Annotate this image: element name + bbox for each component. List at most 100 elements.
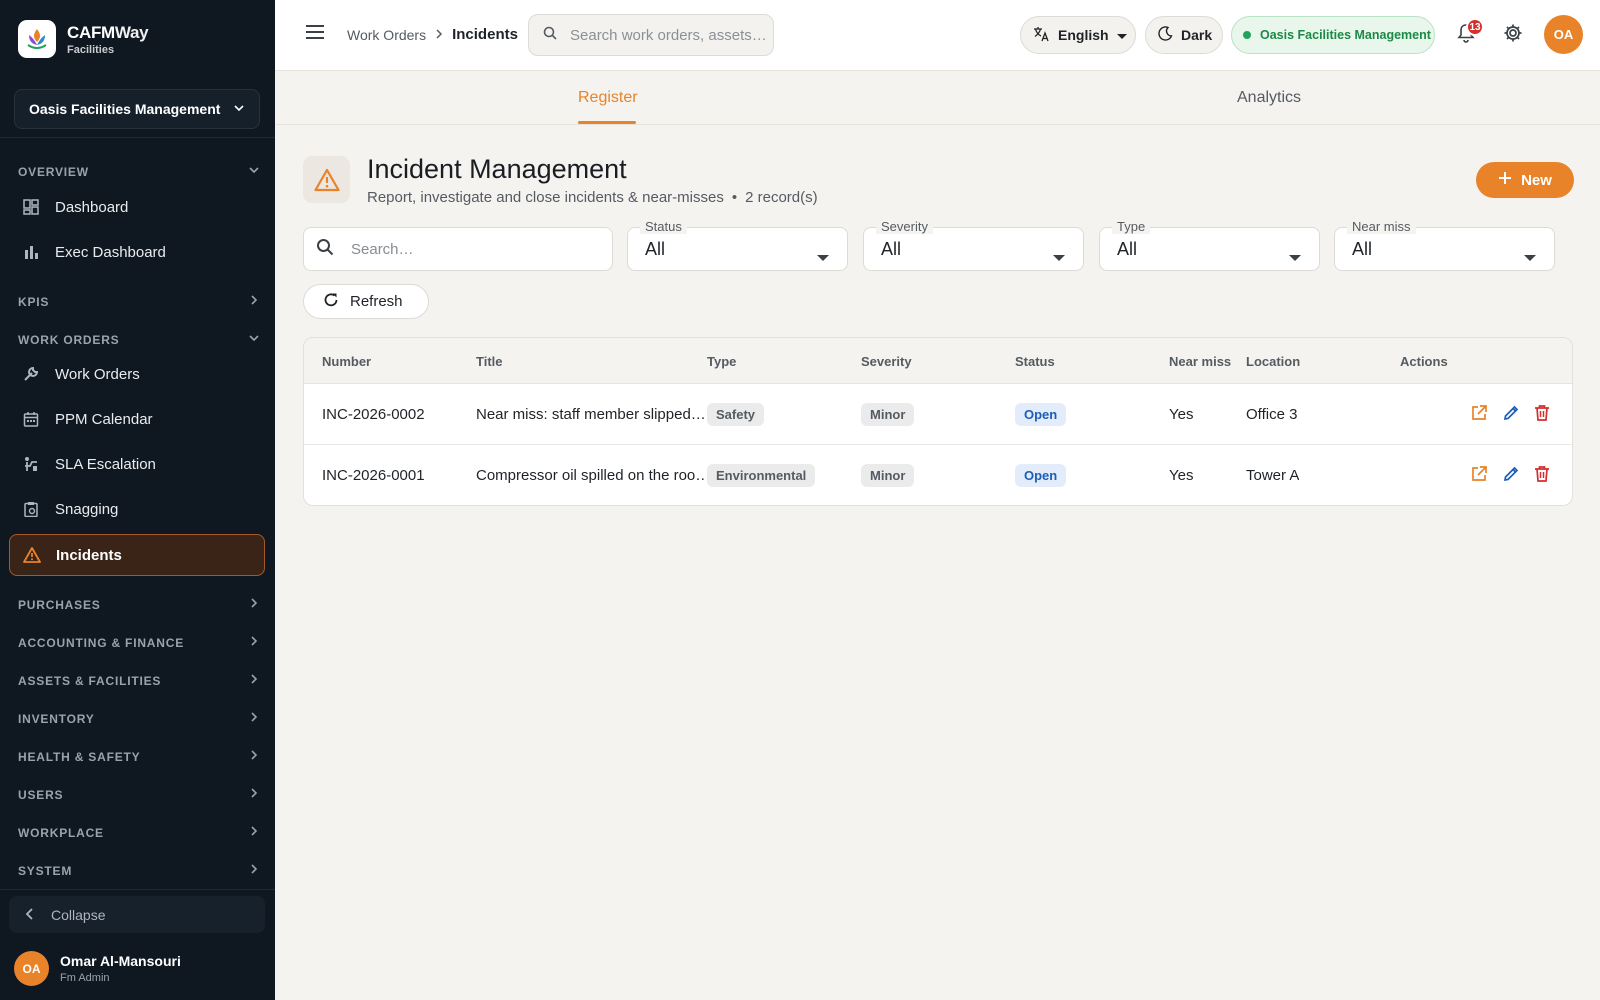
sidebar-section-work-orders[interactable]: WORK ORDERS (18, 332, 260, 347)
breadcrumb-work-orders[interactable]: Work Orders (347, 27, 426, 43)
sidebar-section-label: HEALTH & SAFETY (18, 749, 141, 764)
sidebar-section-label: INVENTORY (18, 711, 95, 726)
sidebar-section-users[interactable]: USERS (18, 787, 260, 802)
delete-icon[interactable] (1534, 404, 1550, 422)
column-status[interactable]: Status (1015, 338, 1055, 384)
column-title[interactable]: Title (476, 338, 503, 384)
near-miss-filter-select[interactable]: Near miss All (1334, 219, 1555, 271)
active-tab-indicator (578, 121, 636, 124)
sidebar-section-system[interactable]: SYSTEM (18, 863, 260, 878)
sidebar-section-assets-facilities[interactable]: ASSETS & FACILITIES (18, 673, 260, 688)
view-tabs: Register Analytics (275, 71, 1600, 125)
warning-icon (22, 545, 42, 565)
gear-icon[interactable] (1503, 23, 1523, 48)
edit-icon[interactable] (1502, 404, 1520, 422)
page-title: Incident Management (367, 154, 627, 184)
severity-chip: Minor (861, 403, 915, 426)
sidebar-section-health-safety[interactable]: HEALTH & SAFETY (18, 749, 260, 764)
sidebar-divider (0, 889, 275, 890)
sidebar-section-kpis[interactable]: KPIS (18, 294, 260, 309)
search-icon (543, 26, 557, 44)
sidebar-section-accounting-finance[interactable]: ACCOUNTING & FINANCE (18, 635, 260, 650)
translate-icon (1033, 26, 1050, 45)
clipboard-icon (21, 499, 41, 519)
type-cell: Environmental (707, 445, 816, 505)
sidebar-section-label: ACCOUNTING & FINANCE (18, 635, 184, 650)
incident-title: Compressor oil spilled on the roo… (476, 467, 706, 484)
global-search-input[interactable]: Search work orders, assets… (528, 14, 774, 56)
user-profile[interactable]: OA Omar Al-Mansouri Fm Admin (14, 951, 181, 986)
tab-analytics[interactable]: Analytics (1237, 71, 1301, 125)
caret-down-icon (1524, 246, 1536, 267)
org-selector[interactable]: Oasis Facilities Management (14, 89, 260, 129)
breadcrumb-current: Incidents (452, 26, 518, 43)
sidebar-item-sla-escalation[interactable]: SLA Escalation (9, 443, 265, 485)
refresh-button[interactable]: Refresh (303, 284, 429, 319)
caret-down-icon (817, 246, 829, 267)
collapse-button[interactable]: Collapse (9, 896, 265, 933)
column-type[interactable]: Type (707, 338, 736, 384)
sidebar-item-label: Snagging (55, 500, 119, 518)
theme-toggle[interactable]: Dark (1145, 16, 1223, 54)
theme-label: Dark (1181, 27, 1213, 43)
dashboard-icon (21, 197, 41, 217)
sidebar-section-purchases[interactable]: PURCHASES (18, 597, 260, 612)
menu-icon[interactable] (305, 24, 325, 45)
tab-register[interactable]: Register (578, 71, 638, 125)
sidebar-item-label: PPM Calendar (55, 410, 153, 428)
incident-search-input[interactable]: Search… (303, 227, 613, 271)
sidebar-item-label: SLA Escalation (55, 455, 156, 473)
org-status-badge[interactable]: Oasis Facilities Management (1231, 16, 1435, 54)
near-miss-filter-label: Near miss (1347, 219, 1416, 234)
open-external-icon[interactable] (1470, 404, 1488, 422)
severity-filter-select[interactable]: Severity All (863, 219, 1084, 271)
sidebar-item-label: Incidents (56, 546, 122, 564)
severity-chip: Minor (861, 464, 915, 487)
wrench-icon (21, 364, 41, 384)
refresh-label: Refresh (350, 293, 403, 310)
column-near-miss[interactable]: Near miss (1169, 338, 1231, 384)
sidebar-section-label: USERS (18, 787, 64, 802)
column-location[interactable]: Location (1246, 338, 1300, 384)
near-miss-filter-value: All (1352, 238, 1373, 259)
bar-chart-icon (21, 242, 41, 262)
record-count: 2 record(s) (745, 189, 818, 206)
sidebar-item-ppm-calendar[interactable]: PPM Calendar (9, 398, 265, 440)
sidebar-item-incidents[interactable]: Incidents (9, 534, 265, 576)
chevron-right-icon (435, 27, 443, 42)
table-row[interactable]: INC-2026-0002 Near miss: staff member sl… (304, 384, 1572, 445)
language-selector[interactable]: English (1020, 16, 1136, 54)
sidebar-section-label: SYSTEM (18, 863, 73, 878)
column-severity[interactable]: Severity (861, 338, 912, 384)
column-number[interactable]: Number (322, 338, 371, 384)
sidebar-section-inventory[interactable]: INVENTORY (18, 711, 260, 726)
page-subtitle: Report, investigate and close incidents … (367, 189, 818, 206)
avatar[interactable]: OA (1544, 15, 1583, 54)
table-header: Number Title Type Severity Status Near m… (304, 338, 1572, 384)
sidebar-item-label: Work Orders (55, 365, 140, 383)
near-miss-value: Yes (1169, 406, 1194, 423)
sidebar-section-label: WORKPLACE (18, 825, 104, 840)
notification-count-badge: 13 (1466, 18, 1484, 36)
warning-icon (303, 156, 350, 203)
type-chip: Environmental (707, 464, 816, 487)
sidebar-section-workplace[interactable]: WORKPLACE (18, 825, 260, 840)
brand[interactable]: CAFMWay Facilities (18, 20, 149, 58)
delete-icon[interactable] (1534, 465, 1550, 483)
sidebar-section-overview[interactable]: OVERVIEW (18, 164, 260, 179)
escalation-icon (21, 454, 41, 474)
sidebar-item-snagging[interactable]: Snagging (9, 488, 265, 530)
brand-name-suffix: Way (114, 22, 149, 42)
user-name: Omar Al-Mansouri (60, 953, 181, 969)
incident-number: INC-2026-0001 (322, 467, 425, 484)
new-incident-button[interactable]: New (1476, 162, 1574, 198)
table-row[interactable]: INC-2026-0001 Compressor oil spilled on … (304, 445, 1572, 505)
caret-down-icon (1116, 27, 1127, 43)
sidebar-item-dashboard[interactable]: Dashboard (9, 186, 265, 228)
open-external-icon[interactable] (1470, 465, 1488, 483)
edit-icon[interactable] (1502, 465, 1520, 483)
status-filter-select[interactable]: Status All (627, 219, 848, 271)
sidebar-item-exec-dashboard[interactable]: Exec Dashboard (9, 231, 265, 273)
sidebar-item-work-orders[interactable]: Work Orders (9, 353, 265, 395)
type-filter-select[interactable]: Type All (1099, 219, 1320, 271)
